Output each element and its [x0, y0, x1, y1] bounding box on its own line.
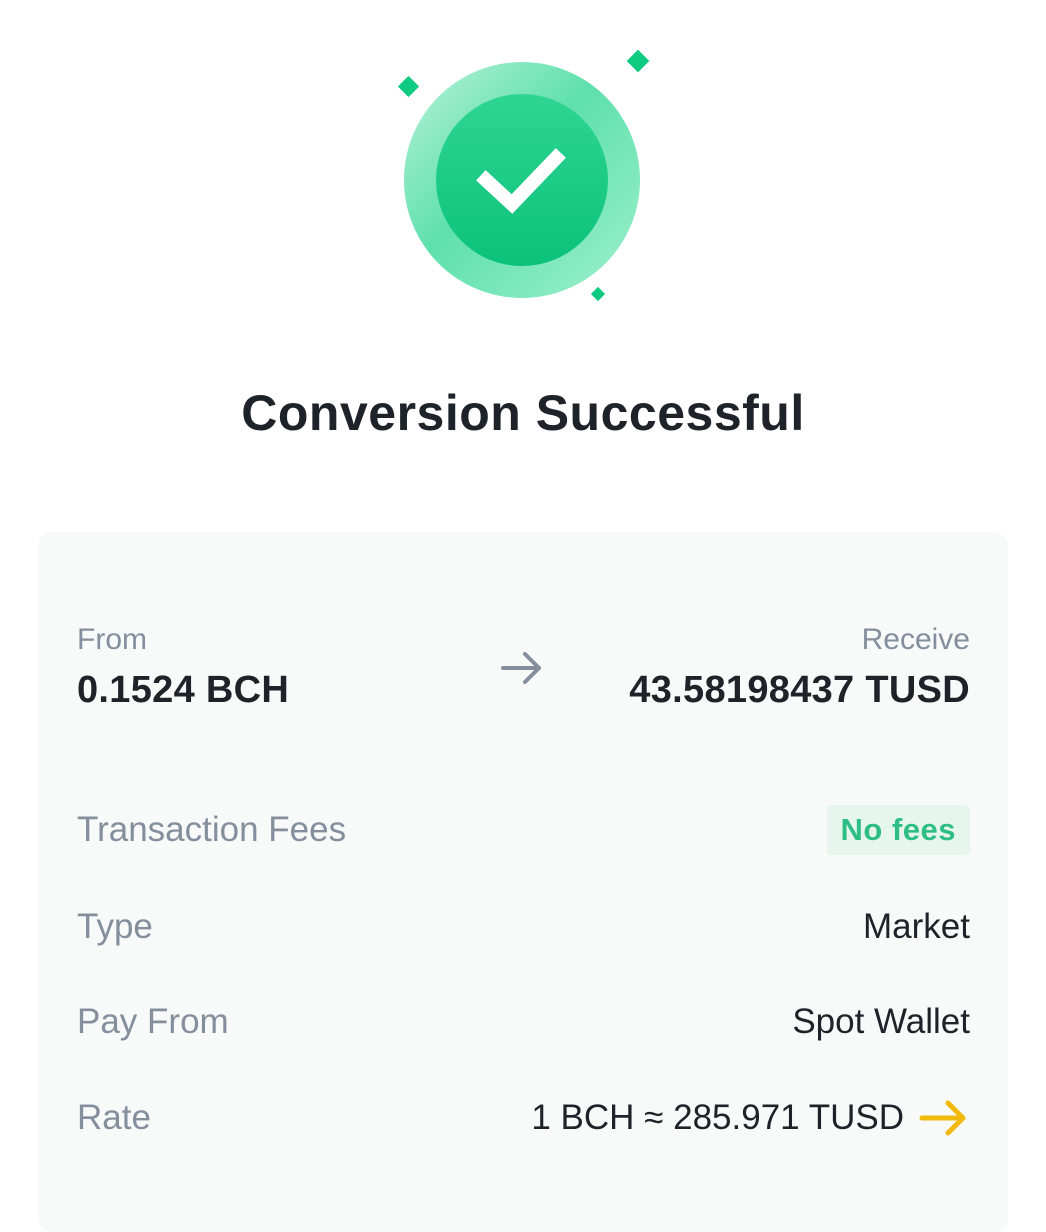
from-section: From 0.1524 BCH: [77, 620, 289, 714]
receive-label: Receive: [861, 623, 970, 656]
type-label: Type: [77, 907, 153, 946]
transaction-fees-label: Transaction Fees: [77, 810, 347, 849]
page-title: Conversion Successful: [241, 385, 805, 441]
arrow-right-icon: [499, 648, 545, 693]
from-amount: 0.1524 BCH: [77, 669, 290, 711]
pay-from-value: Spot Wallet: [792, 1002, 970, 1041]
rate-row: Rate 1 BCH ≈ 285.971 TUSD: [77, 1090, 970, 1146]
pay-from-label: Pay From: [77, 1002, 229, 1041]
no-fees-badge: No fees: [826, 805, 970, 855]
receive-section: Receive 43.58198437 TUSD: [629, 620, 970, 714]
type-value: Market: [863, 907, 970, 946]
receive-amount: 43.58198437 TUSD: [629, 669, 970, 711]
sparkle-icon: [397, 75, 420, 98]
sparkle-icon: [590, 286, 606, 302]
rate-value-group: 1 BCH ≈ 285.971 TUSD: [531, 1098, 970, 1138]
transaction-fees-row: Transaction Fees No fees: [77, 802, 970, 858]
rate-value: 1 BCH ≈ 285.971 TUSD: [531, 1098, 904, 1137]
conversion-details-card: From 0.1524 BCH Receive 43.58198437 TUSD…: [38, 532, 1008, 1232]
check-circle-icon: [397, 49, 650, 302]
type-row: Type Market: [77, 899, 970, 955]
rate-arrow-icon[interactable]: [918, 1098, 970, 1138]
from-label: From: [77, 623, 147, 656]
pay-from-row: Pay From Spot Wallet: [77, 994, 970, 1050]
rate-label: Rate: [77, 1098, 151, 1137]
success-illustration: [0, 0, 1046, 330]
sparkle-icon: [626, 49, 650, 73]
